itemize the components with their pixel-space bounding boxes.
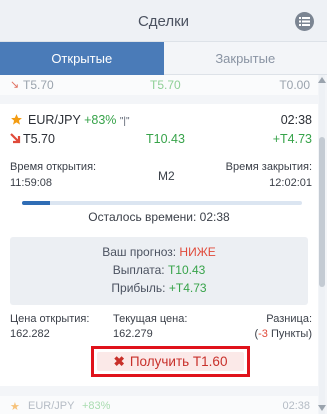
open-price-value: 162.282 <box>10 328 50 340</box>
trade-amount: T5.70 <box>23 132 55 146</box>
trade-payout: T10.43 <box>146 132 185 146</box>
list-icon[interactable] <box>295 12 314 31</box>
profit-value: +T4.73 <box>168 281 207 295</box>
payout-line: Выплата: T10.43 <box>10 263 308 277</box>
forecast-value: НИЖЕ <box>179 245 216 259</box>
time-progress-fill <box>22 201 50 205</box>
difference-value: (-3 Пункты) <box>254 328 312 340</box>
forecast-line: Ваш прогноз: НИЖЕ <box>10 245 308 259</box>
arrow-down-icon <box>10 133 21 144</box>
open-time-label: Время открытия: <box>10 161 97 173</box>
tab-open[interactable]: Открытые <box>0 42 164 75</box>
header: Сделки <box>0 0 327 42</box>
forecast-box: Ваш прогноз: НИЖЕ Выплата: T10.43 Прибыл… <box>10 237 308 305</box>
open-time-value: 11:59:08 <box>10 177 53 189</box>
tab-closed[interactable]: Закрытые <box>163 42 327 75</box>
prev-payout: T5.70 <box>150 78 181 92</box>
pair-name: EUR/JPY <box>28 113 81 127</box>
close-trade-button-highlight[interactable]: ✖ Получить T1.60 <box>91 346 250 377</box>
star-icon: ★ <box>10 401 20 413</box>
close-time-value: 12:02:01 <box>269 177 312 189</box>
star-icon[interactable] <box>10 113 23 126</box>
timeframe: M2 <box>158 169 175 183</box>
arrow-down-icon: ↘ <box>10 79 20 91</box>
close-time-label: Время закрытия: <box>225 161 312 173</box>
profit-label: Прибыль: <box>111 281 166 295</box>
open-price: Цена открытия: 162.282 <box>10 313 89 340</box>
current-price-value: 162.279 <box>113 328 153 340</box>
pair-percent: +83% <box>84 113 117 127</box>
previous-trade-row[interactable]: ↘ T5.70 T5.70 T0.00 <box>0 75 318 95</box>
scrollbar-thumb[interactable] <box>319 137 325 287</box>
forecast-label: Ваш прогноз: <box>102 245 177 259</box>
current-price-label: Текущая цена: <box>113 313 188 325</box>
scroll-up-icon[interactable] <box>318 77 326 83</box>
next-pair: EUR/JPY <box>28 400 75 412</box>
close-trade-label: Получить T1.60 <box>129 354 228 369</box>
payout-value: T10.43 <box>167 263 206 277</box>
profit-line: Прибыль: +T4.73 <box>10 281 308 295</box>
trade-card: EUR/JPY +83% "|" 02:38 T5.70 T10.43 +T4.… <box>0 104 318 386</box>
trade-profit: +T4.73 <box>272 132 312 146</box>
next-trade-row[interactable]: ★ EUR/JPY +83% 02:38 <box>0 396 318 414</box>
trade-pair: EUR/JPY +83% "|" <box>28 113 130 127</box>
time-remaining-short: 02:38 <box>280 113 312 127</box>
chart-type-icon: "|" <box>119 116 130 127</box>
next-percent: +83% <box>82 400 111 412</box>
difference-label: Разница: <box>266 313 312 325</box>
time-progress-bar <box>22 201 302 205</box>
prev-amount: T5.70 <box>23 78 54 92</box>
close-trade-button[interactable]: ✖ Получить T1.60 <box>97 352 244 371</box>
payout-label: Выплата: <box>112 263 165 277</box>
close-icon: ✖ <box>113 354 125 369</box>
current-price: Текущая цена: 162.279 <box>113 313 187 340</box>
scroll-down-icon[interactable] <box>318 405 326 411</box>
price-difference: Разница: (-3 Пункты) <box>254 313 312 340</box>
next-clock: 02:38 <box>282 400 310 412</box>
tab-bar: Открытые Закрытые <box>0 42 327 75</box>
prev-profit: T0.00 <box>279 78 310 92</box>
page-title: Сделки <box>137 13 190 30</box>
scrollbar[interactable] <box>319 75 325 414</box>
open-price-label: Цена открытия: <box>10 313 90 325</box>
remaining-time: Осталось времени: 02:38 <box>88 210 230 224</box>
